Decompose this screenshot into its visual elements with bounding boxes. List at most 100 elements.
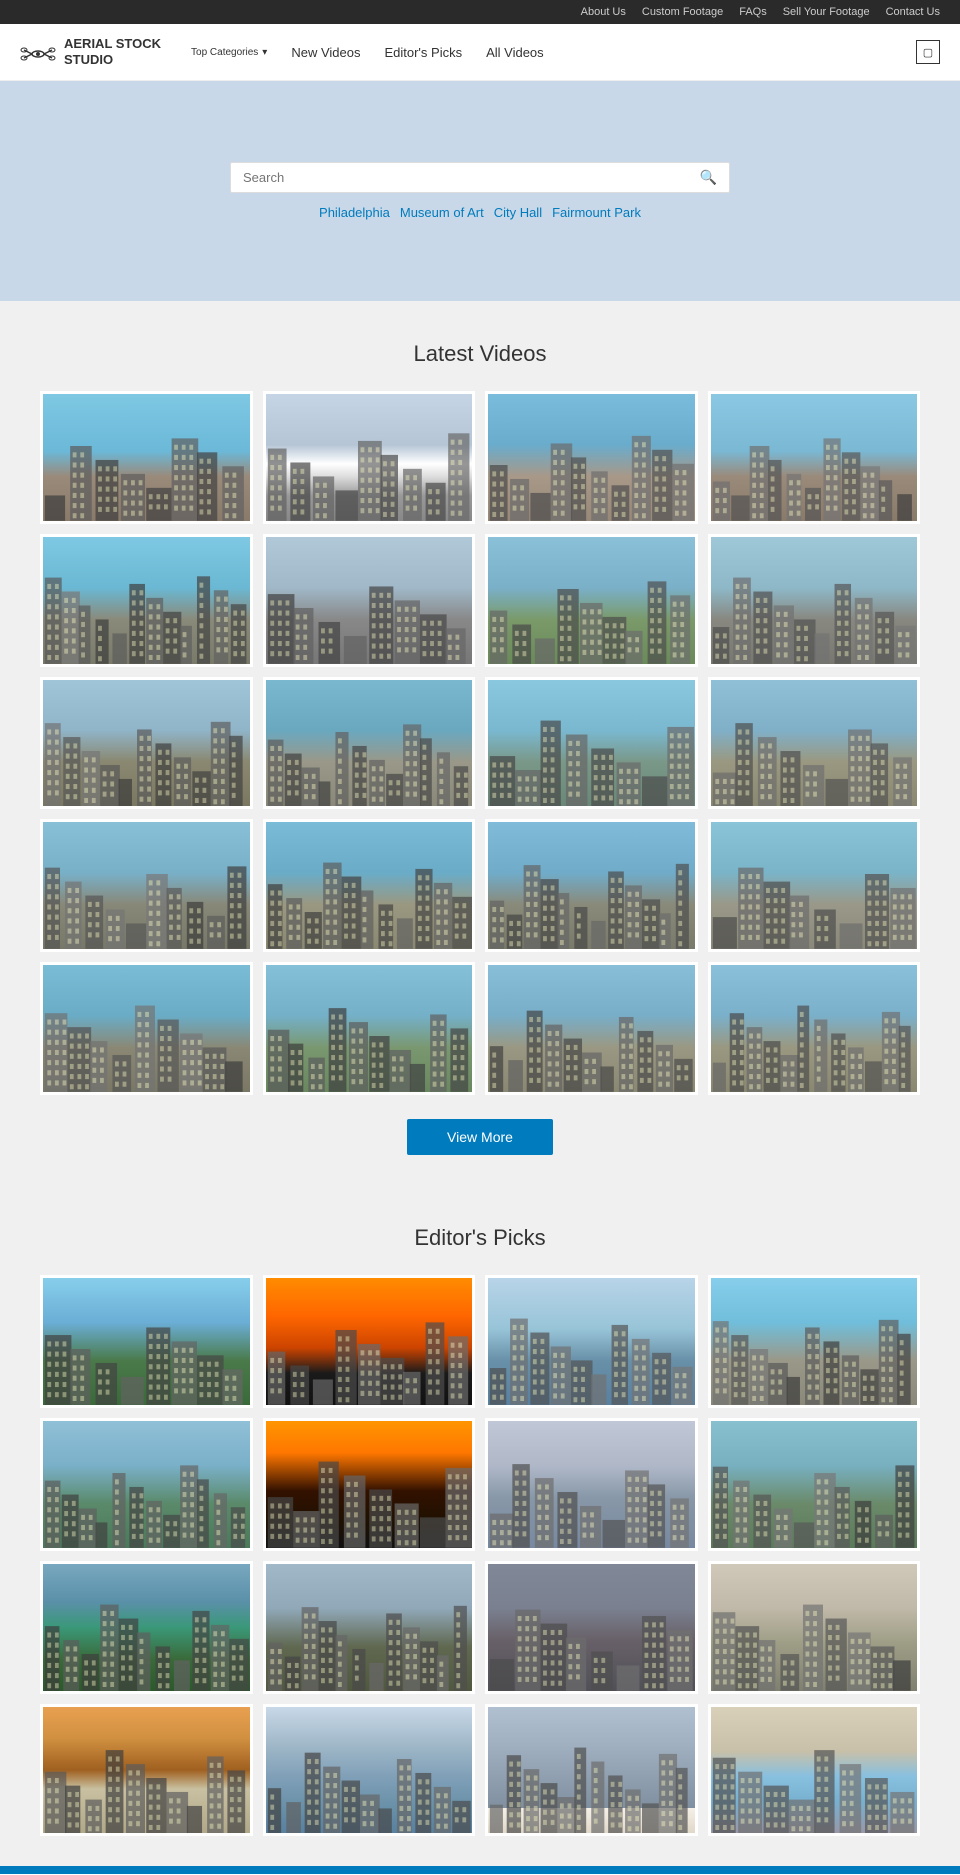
buildings-overlay (266, 1564, 473, 1691)
buildings-overlay (43, 1564, 250, 1691)
tag-fairmount-park[interactable]: Fairmount Park (552, 205, 641, 220)
buildings-overlay (43, 537, 250, 664)
editors-picks-grid (40, 1275, 920, 1836)
buildings-overlay (266, 1421, 473, 1548)
editors-pick-thumb-6[interactable] (263, 1418, 476, 1551)
buildings-overlay (43, 822, 250, 949)
thumb-inner (266, 1564, 473, 1691)
tag-philadelphia[interactable]: Philadelphia (319, 205, 390, 220)
buildings-overlay (43, 965, 250, 1092)
thumb-inner (488, 965, 695, 1092)
sell-footage-link[interactable]: Sell Your Footage (783, 6, 870, 18)
thumb-inner (43, 1564, 250, 1691)
search-input[interactable] (243, 170, 700, 185)
buildings-overlay (488, 965, 695, 1092)
view-more-button[interactable]: View More (407, 1119, 553, 1155)
editors-pick-thumb-15[interactable] (485, 1704, 698, 1837)
nav-top-categories[interactable]: Top Categories ▾ (191, 47, 267, 58)
latest-video-thumb-1[interactable] (40, 391, 253, 524)
nav-new-videos[interactable]: New Videos (291, 45, 360, 60)
thumb-inner (266, 1421, 473, 1548)
thumb-inner (488, 822, 695, 949)
main-nav: Top Categories ▾ New Videos Editor's Pic… (191, 45, 916, 60)
thumb-inner (43, 537, 250, 664)
faqs-link[interactable]: FAQs (739, 6, 767, 18)
header: AERIAL STOCK STUDIO Top Categories ▾ New… (0, 24, 960, 81)
thumb-inner (43, 394, 250, 521)
thumb-inner (266, 965, 473, 1092)
editors-pick-thumb-14[interactable] (263, 1704, 476, 1837)
editors-pick-thumb-2[interactable] (263, 1275, 476, 1408)
contact-us-link[interactable]: Contact Us (886, 6, 940, 18)
custom-footage-link[interactable]: Custom Footage (642, 6, 723, 18)
thumb-inner (43, 680, 250, 807)
latest-video-thumb-20[interactable] (708, 962, 921, 1095)
latest-video-thumb-3[interactable] (485, 391, 698, 524)
latest-video-thumb-15[interactable] (485, 819, 698, 952)
buildings-overlay (488, 1564, 695, 1691)
thumb-inner (711, 1421, 918, 1548)
buildings-overlay (43, 680, 250, 807)
latest-video-thumb-14[interactable] (263, 819, 476, 952)
latest-video-thumb-11[interactable] (485, 677, 698, 810)
editors-pick-thumb-4[interactable] (708, 1275, 921, 1408)
latest-video-thumb-16[interactable] (708, 819, 921, 952)
thumb-inner (711, 1278, 918, 1405)
latest-video-thumb-6[interactable] (263, 534, 476, 667)
logo[interactable]: AERIAL STOCK STUDIO (20, 34, 161, 70)
buildings-overlay (488, 1278, 695, 1405)
thumb-inner (488, 680, 695, 807)
latest-video-thumb-13[interactable] (40, 819, 253, 952)
buildings-overlay (711, 537, 918, 664)
editors-pick-thumb-3[interactable] (485, 1275, 698, 1408)
logo-text: AERIAL STOCK STUDIO (64, 36, 161, 67)
editors-pick-thumb-1[interactable] (40, 1275, 253, 1408)
buildings-overlay (266, 965, 473, 1092)
latest-video-thumb-19[interactable] (485, 962, 698, 1095)
latest-video-thumb-9[interactable] (40, 677, 253, 810)
editors-pick-thumb-7[interactable] (485, 1418, 698, 1551)
buildings-overlay (711, 965, 918, 1092)
thumb-inner (266, 822, 473, 949)
latest-videos-grid (40, 391, 920, 1095)
thumb-inner (711, 1707, 918, 1834)
latest-videos-title: Latest Videos (40, 341, 920, 367)
cart-button[interactable]: ▢ (916, 40, 940, 64)
thumb-inner (43, 1707, 250, 1834)
editors-pick-thumb-10[interactable] (263, 1561, 476, 1694)
editors-pick-thumb-11[interactable] (485, 1561, 698, 1694)
thumb-inner (711, 1564, 918, 1691)
buildings-overlay (711, 394, 918, 521)
latest-video-thumb-2[interactable] (263, 391, 476, 524)
nav-all-videos[interactable]: All Videos (486, 45, 544, 60)
tag-city-hall[interactable]: City Hall (494, 205, 542, 220)
editors-pick-thumb-13[interactable] (40, 1704, 253, 1837)
latest-video-thumb-8[interactable] (708, 534, 921, 667)
buildings-overlay (266, 1707, 473, 1834)
view-more-container: View More (40, 1119, 920, 1155)
thumb-inner (266, 394, 473, 521)
nav-editors-picks[interactable]: Editor's Picks (384, 45, 462, 60)
latest-video-thumb-12[interactable] (708, 677, 921, 810)
editors-pick-thumb-8[interactable] (708, 1418, 921, 1551)
about-us-link[interactable]: About Us (581, 6, 626, 18)
latest-video-thumb-10[interactable] (263, 677, 476, 810)
latest-video-thumb-17[interactable] (40, 962, 253, 1095)
latest-video-thumb-4[interactable] (708, 391, 921, 524)
search-tags: Philadelphia Museum of Art City Hall Fai… (319, 205, 641, 220)
editors-pick-thumb-12[interactable] (708, 1561, 921, 1694)
editors-pick-thumb-16[interactable] (708, 1704, 921, 1837)
latest-video-thumb-5[interactable] (40, 534, 253, 667)
thumb-inner (488, 1707, 695, 1834)
editors-picks-title: Editor's Picks (40, 1225, 920, 1251)
editors-pick-thumb-9[interactable] (40, 1561, 253, 1694)
latest-video-thumb-18[interactable] (263, 962, 476, 1095)
chevron-down-icon: ▾ (262, 47, 267, 58)
latest-video-thumb-7[interactable] (485, 534, 698, 667)
search-icon[interactable]: 🔍 (700, 169, 717, 186)
tag-museum-of-art[interactable]: Museum of Art (400, 205, 484, 220)
thumb-inner (488, 1564, 695, 1691)
hero-section: 🔍 Philadelphia Museum of Art City Hall F… (0, 81, 960, 301)
editors-pick-thumb-5[interactable] (40, 1418, 253, 1551)
thumb-inner (266, 1707, 473, 1834)
